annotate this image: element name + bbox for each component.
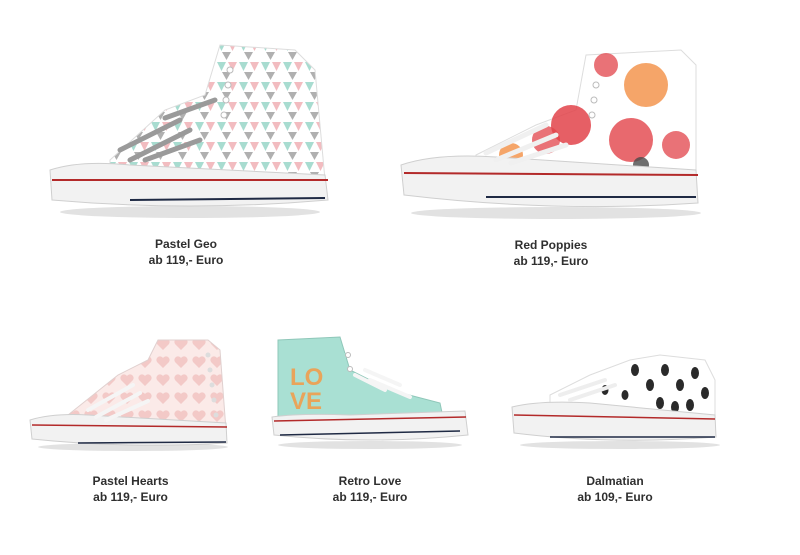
product-price: ab 119,- Euro: [93, 490, 168, 504]
retro-love-letters-bottom: VE: [290, 388, 322, 415]
retro-love-sneaker-image: LO VE: [271, 336, 469, 449]
product-card-pastel-hearts[interactable]: Pastel Hearts ab 119,- Euro: [28, 335, 233, 510]
product-name: Retro Love: [338, 474, 402, 488]
product-price: ab 119,- Euro: [148, 253, 224, 267]
red-poppies-sneaker-image: [400, 49, 701, 219]
product-card-retro-love[interactable]: LO VE Retro Love ab 119,- Euro: [270, 335, 470, 510]
product-name: Pastel Hearts: [92, 474, 169, 488]
product-card-red-poppies[interactable]: Red Poppies ab 119,- Euro: [396, 45, 706, 275]
product-name: Pastel Geo: [154, 237, 218, 251]
retro-love-letters: LO: [290, 364, 323, 391]
product-price: ab 119,- Euro: [513, 254, 589, 268]
pastel-hearts-sneaker-image: [29, 339, 228, 451]
product-card-pastel-geo[interactable]: Pastel Geo ab 119,- Euro: [40, 40, 332, 275]
product-name: Dalmatian: [586, 474, 644, 488]
pastel-geo-sneaker-image: [49, 44, 329, 218]
dalmatian-sneaker-image: [511, 354, 720, 449]
product-card-dalmatian[interactable]: Dalmatian ab 109,- Euro: [510, 345, 720, 510]
product-price: ab 109,- Euro: [577, 490, 653, 504]
product-price: ab 119,- Euro: [332, 490, 408, 504]
product-name: Red Poppies: [514, 238, 588, 252]
